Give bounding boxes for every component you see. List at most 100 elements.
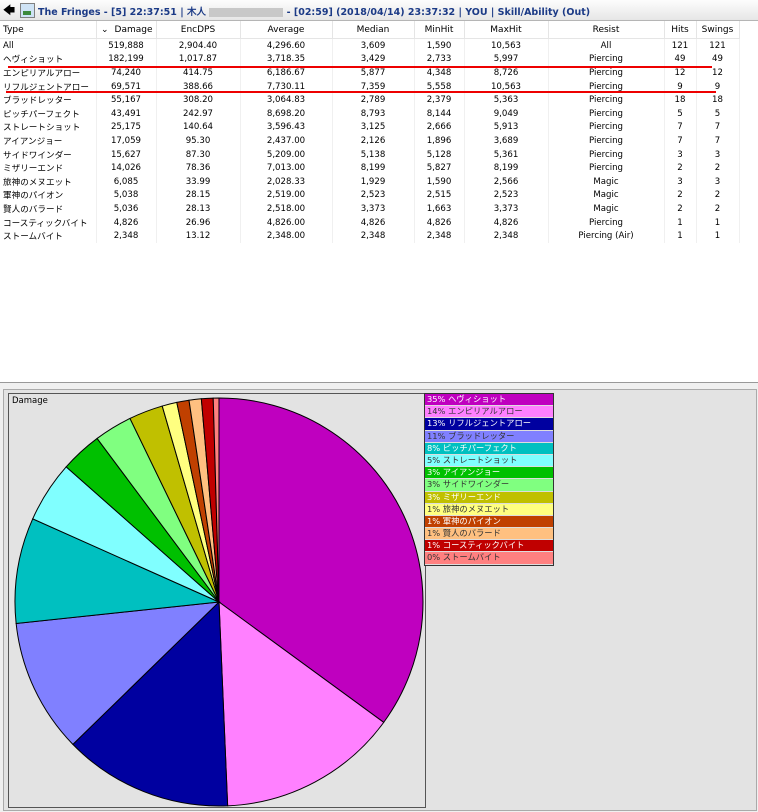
column-header-maxhit[interactable]: MaxHit — [464, 21, 549, 39]
table-row[interactable]: 賢人のバラード 5,036 28.13 2,518.00 3,373 1,663 3,373… — [0, 202, 740, 216]
table-row[interactable]: ヘヴィショット 182,199 1,017.87 3,718.35 3,429 2,733… — [0, 52, 740, 67]
legend-entry: 0% ストームバイト — [425, 552, 553, 565]
cell-median: 2,126 — [332, 134, 415, 148]
cell-minhit: 2,666 — [414, 120, 465, 135]
pie-chart-box: Damage — [8, 393, 426, 808]
cell-median: 4,826 — [332, 215, 415, 230]
cell-average: 2,437.00 — [240, 134, 333, 148]
cell-maxhit: 2,523 — [464, 188, 549, 203]
cell-minhit: 2,379 — [414, 93, 465, 107]
table-row[interactable]: ストームバイト 2,348 13.12 2,348.00 2,348 2,348 2,348… — [0, 229, 740, 243]
cell-type: ミザリーエンド — [0, 161, 97, 175]
cell-median: 5,877 — [332, 66, 415, 80]
cell-damage: 43,491 — [96, 106, 157, 121]
cell-resist: Piercing — [548, 93, 665, 107]
cell-hits: 5 — [664, 106, 697, 121]
table-row[interactable]: ミザリーエンド 14,026 78.36 7,013.00 8,199 5,827 8,19… — [0, 161, 740, 175]
cell-average: 5,209.00 — [240, 147, 333, 162]
cell-average: 6,186.67 — [240, 66, 333, 80]
table-row[interactable]: ブラッドレッター 55,167 308.20 3,064.83 2,789 2,379 5,… — [0, 93, 740, 107]
cell-resist: Piercing (Air) — [548, 229, 665, 243]
cell-average: 4,296.60 — [240, 38, 333, 53]
cell-swings: 2 — [696, 202, 740, 216]
cell-resist: Magic — [548, 202, 665, 216]
cell-average: 8,698.20 — [240, 106, 333, 121]
cell-minhit: 4,348 — [414, 66, 465, 80]
cell-encdps: 140.64 — [156, 120, 241, 135]
back-arrow-icon[interactable]: 🡄 — [2, 3, 16, 17]
column-header-label: Resist — [592, 24, 620, 35]
cell-minhit: 2,515 — [414, 188, 465, 203]
column-header-encdps[interactable]: EncDPS — [156, 21, 241, 39]
cell-minhit: 5,827 — [414, 161, 465, 175]
cell-type: ピッチパーフェクト — [0, 106, 97, 121]
cell-maxhit: 5,913 — [464, 120, 549, 135]
cell-hits: 3 — [664, 174, 697, 189]
cell-encdps: 308.20 — [156, 93, 241, 107]
cell-encdps: 28.13 — [156, 202, 241, 216]
cell-encdps: 78.36 — [156, 161, 241, 175]
legend-entry: 3% サイドワインダー — [425, 479, 553, 492]
legend-entry: 3% ミザリーエンド — [425, 491, 553, 504]
table-row[interactable]: ピッチパーフェクト 43,491 242.97 8,698.20 8,793 8,144 9… — [0, 106, 740, 121]
cell-swings: 2 — [696, 161, 740, 175]
legend-entry: 1% 賢人のバラード — [425, 528, 553, 541]
cell-type: ブラッドレッター — [0, 93, 97, 107]
cell-damage: 5,038 — [96, 188, 157, 203]
table-row[interactable]: アイアンジョー 17,059 95.30 2,437.00 2,126 1,896 3,68… — [0, 134, 740, 148]
cell-resist: Magic — [548, 174, 665, 189]
cell-swings: 3 — [696, 147, 740, 162]
legend-entry: 1% 旅神のメヌエット — [425, 503, 553, 516]
column-header-minhit[interactable]: MinHit — [414, 21, 465, 39]
cell-resist: Magic — [548, 188, 665, 203]
column-header-median[interactable]: Median — [332, 21, 415, 39]
underline-annotation — [8, 66, 712, 68]
cell-maxhit: 3,373 — [464, 202, 549, 216]
table-row[interactable]: コースティックバイト 4,826 26.96 4,826.00 4,826 4,826 4,… — [0, 215, 740, 230]
column-header-hits[interactable]: Hits — [664, 21, 697, 39]
table-header: Type ⌄ Damage EncDPS Average Median MinHit MaxH… — [0, 21, 740, 39]
cell-encdps: 242.97 — [156, 106, 241, 121]
cell-median: 3,373 — [332, 202, 415, 216]
cell-encdps: 33.99 — [156, 174, 241, 189]
column-header-resist[interactable]: Resist — [548, 21, 665, 39]
column-header-damage[interactable]: ⌄ Damage — [96, 21, 157, 39]
cell-type: ストレートショット — [0, 120, 97, 135]
cell-damage: 14,026 — [96, 161, 157, 175]
table-row[interactable]: 旅神のメヌエット 6,085 33.99 2,028.33 1,929 1,590 2,56… — [0, 174, 740, 189]
cell-minhit: 2,348 — [414, 229, 465, 243]
image-icon[interactable] — [20, 3, 35, 18]
cell-maxhit: 2,348 — [464, 229, 549, 243]
cell-median: 2,789 — [332, 93, 415, 107]
cell-median: 2,523 — [332, 188, 415, 203]
panel-splitter[interactable] — [0, 383, 758, 388]
cell-minhit: 8,144 — [414, 106, 465, 121]
table-row[interactable]: サイドワインダー 15,627 87.30 5,209.00 5,138 5,128 5,3… — [0, 147, 740, 162]
cell-damage: 15,627 — [96, 147, 157, 162]
graph-panel: Damage 35% ヘヴィショット 14% エンピリアルアロー 13% リフルジェ… — [3, 389, 757, 811]
column-header-average[interactable]: Average — [240, 21, 333, 39]
table-row[interactable]: ストレートショット 25,175 140.64 3,596.43 3,125 2,666 5… — [0, 120, 740, 135]
column-header-label: Type — [3, 24, 24, 35]
table-row[interactable]: 軍神のパイオン 5,038 28.15 2,519.00 2,523 2,515 2,523… — [0, 188, 740, 203]
column-header-label: MinHit — [424, 24, 454, 35]
cell-minhit: 1,896 — [414, 134, 465, 148]
cell-maxhit: 10,563 — [464, 38, 549, 53]
cell-maxhit: 8,199 — [464, 161, 549, 175]
cell-damage: 74,240 — [96, 66, 157, 80]
cell-damage: 17,059 — [96, 134, 157, 148]
cell-maxhit: 5,997 — [464, 52, 549, 67]
cell-median: 1,929 — [332, 174, 415, 189]
column-header-label: EncDPS — [180, 24, 216, 35]
cell-hits: 7 — [664, 120, 697, 135]
cell-damage: 182,199 — [96, 52, 157, 67]
column-header-type[interactable]: Type — [0, 21, 97, 39]
cell-encdps: 26.96 — [156, 215, 241, 230]
cell-average: 7,013.00 — [240, 161, 333, 175]
table-row[interactable]: エンピリアルアロー 74,240 414.75 6,186.67 5,877 4,348 8… — [0, 66, 740, 80]
cell-minhit: 2,733 — [414, 52, 465, 67]
cell-encdps: 13.12 — [156, 229, 241, 243]
table-row[interactable]: All 519,888 2,904.40 4,296.60 3,609 1,590 10,5… — [0, 38, 740, 53]
cell-average: 2,518.00 — [240, 202, 333, 216]
column-header-swings[interactable]: Swings — [696, 21, 740, 39]
